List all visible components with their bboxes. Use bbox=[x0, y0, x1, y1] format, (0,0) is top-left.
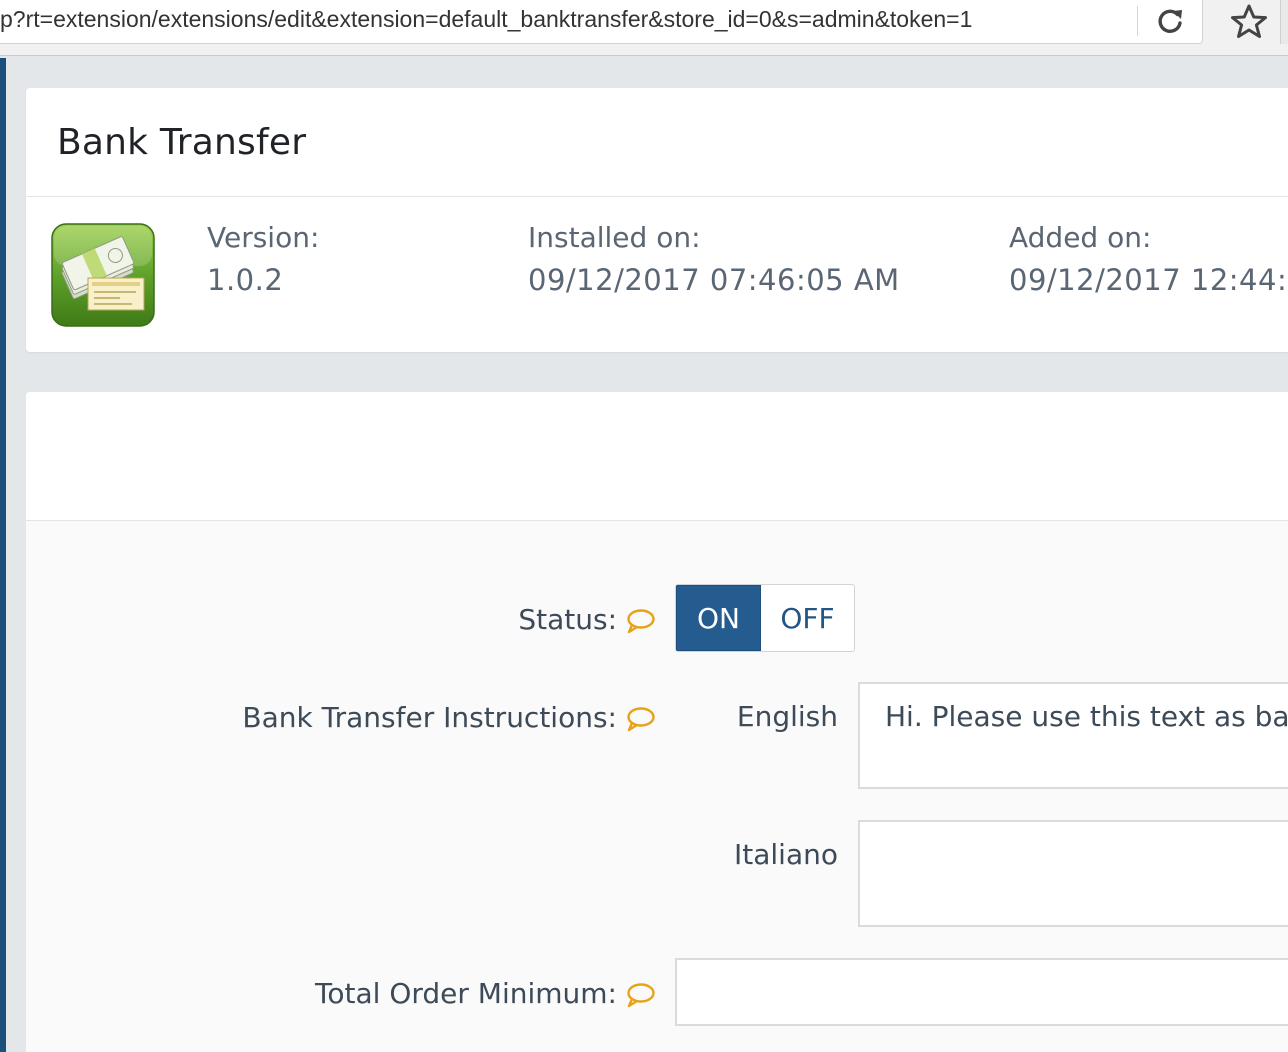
bank-transfer-extension-icon bbox=[51, 223, 155, 327]
total-order-minimum-label: Total Order Minimum: bbox=[315, 977, 617, 1010]
instructions-label: Bank Transfer Instructions: bbox=[242, 701, 617, 734]
page-title: Bank Transfer bbox=[57, 122, 307, 163]
reload-icon[interactable] bbox=[1153, 4, 1187, 38]
language-label-italiano: Italiano bbox=[734, 838, 838, 871]
installed-value: 09/12/2017 07:46:05 AM bbox=[528, 263, 900, 297]
sidebar-edge bbox=[0, 58, 6, 1052]
toolbar-edge bbox=[1280, 0, 1288, 44]
instructions-english-textarea[interactable]: Hi. Please use this text as ban bbox=[858, 682, 1288, 789]
extension-header-panel: Bank Transfer Version: 1.0.2 Installed o… bbox=[26, 88, 1288, 352]
header-divider bbox=[26, 196, 1288, 197]
comment-hint-icon[interactable] bbox=[626, 706, 656, 732]
browser-toolbar: p?rt=extension/extensions/edit&extension… bbox=[0, 0, 1288, 56]
status-label: Status: bbox=[518, 603, 617, 636]
total-order-minimum-input[interactable] bbox=[675, 958, 1288, 1026]
language-label-english: English bbox=[736, 700, 838, 733]
version-value: 1.0.2 bbox=[207, 263, 284, 297]
status-toggle[interactable]: ON OFF bbox=[675, 584, 855, 652]
url-fade bbox=[1040, 0, 1100, 43]
url-text[interactable]: p?rt=extension/extensions/edit&extension… bbox=[0, 6, 1090, 33]
instructions-italiano-textarea[interactable] bbox=[858, 820, 1288, 927]
url-separator bbox=[1137, 6, 1138, 36]
status-on-button[interactable]: ON bbox=[676, 585, 761, 651]
form-header bbox=[26, 392, 1288, 521]
address-bar[interactable]: p?rt=extension/extensions/edit&extension… bbox=[0, 0, 1203, 44]
comment-hint-icon[interactable] bbox=[626, 982, 656, 1008]
added-value: 09/12/2017 12:44:5 bbox=[1009, 263, 1288, 297]
status-off-button[interactable]: OFF bbox=[761, 585, 854, 651]
star-icon[interactable] bbox=[1228, 2, 1270, 42]
version-label: Version: bbox=[207, 221, 320, 254]
settings-form-panel: Status: ON OFF Bank Transfer Instruction… bbox=[26, 392, 1288, 1052]
installed-label: Installed on: bbox=[528, 221, 701, 254]
comment-hint-icon[interactable] bbox=[626, 608, 656, 634]
added-label: Added on: bbox=[1009, 221, 1152, 254]
